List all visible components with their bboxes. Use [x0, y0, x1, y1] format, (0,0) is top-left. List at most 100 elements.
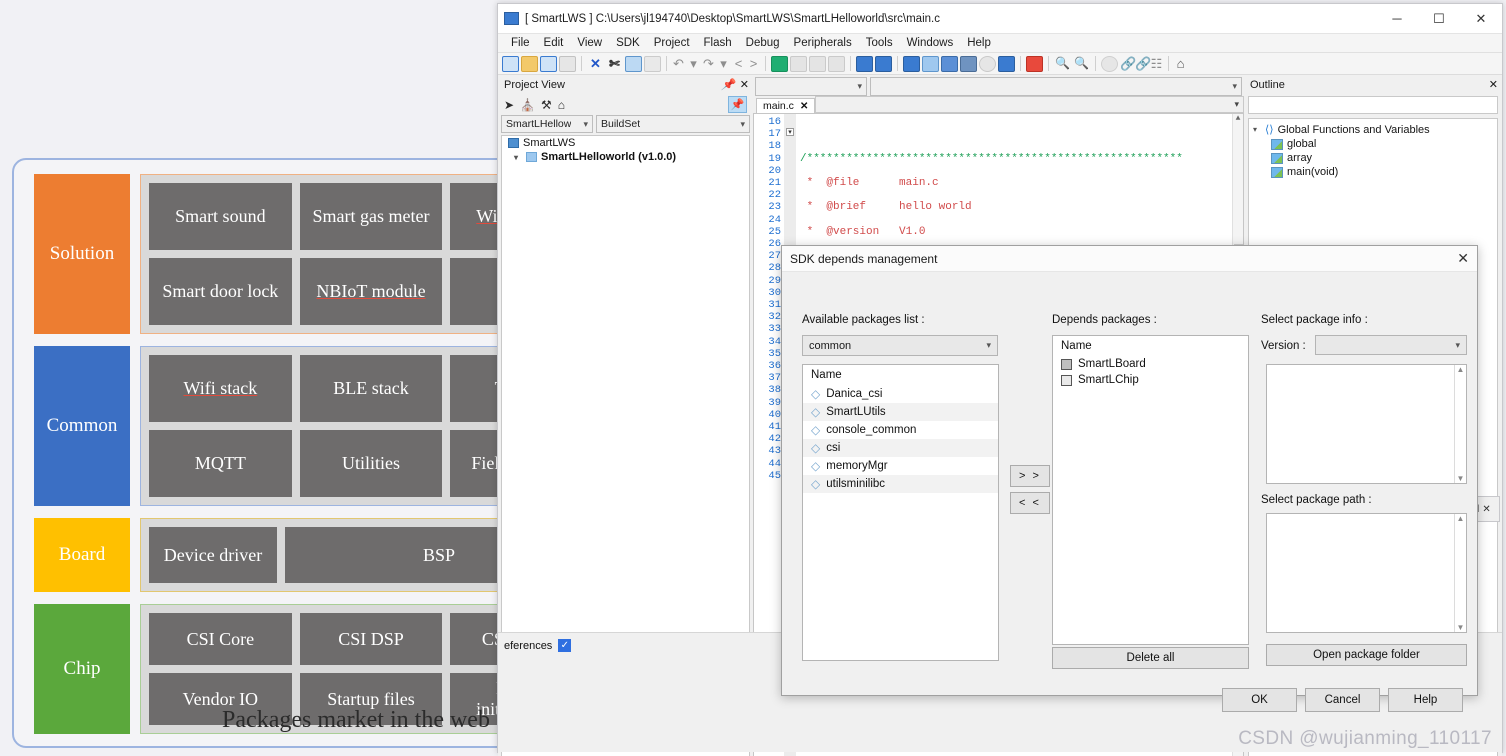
- path-scrollbar[interactable]: ▲ ▼: [1454, 514, 1466, 632]
- add-package-button[interactable]: > >: [1010, 465, 1050, 487]
- list-item[interactable]: ◇ memoryMgr: [803, 457, 998, 475]
- run-icon[interactable]: [922, 55, 939, 72]
- buildset-select[interactable]: BuildSet ▾: [596, 115, 750, 133]
- help-button[interactable]: Help: [1388, 688, 1463, 712]
- rebuild-icon[interactable]: [875, 55, 892, 72]
- menu-file[interactable]: File: [504, 36, 537, 50]
- menu-debug[interactable]: Debug: [739, 36, 787, 50]
- package-info-textarea[interactable]: ▲ ▼: [1266, 364, 1467, 484]
- pin-icon[interactable]: 📌: [721, 78, 735, 91]
- bookmark-icon[interactable]: [771, 55, 788, 72]
- next-bookmark-icon[interactable]: [790, 55, 807, 72]
- close-button[interactable]: ✕: [1460, 4, 1502, 33]
- new-file-icon[interactable]: [502, 55, 519, 72]
- list-item[interactable]: SmartLBoard: [1053, 356, 1248, 372]
- open-package-folder-button[interactable]: Open package folder: [1266, 644, 1467, 666]
- menu-flash[interactable]: Flash: [697, 36, 739, 50]
- copy-icon[interactable]: [625, 55, 642, 72]
- menu-edit[interactable]: Edit: [537, 36, 571, 50]
- project-select[interactable]: SmartLHellow ▾: [501, 115, 593, 133]
- dialog-close-button[interactable]: ✕: [1457, 250, 1469, 267]
- redo-dropdown-icon[interactable]: ▾: [717, 56, 730, 72]
- chevron-down-icon[interactable]: ▾: [514, 153, 522, 162]
- forward-icon[interactable]: >: [747, 56, 760, 71]
- tab-close-icon[interactable]: ✕: [800, 101, 808, 112]
- fold-toggle-icon[interactable]: ▾: [786, 128, 794, 137]
- menu-peripherals[interactable]: Peripherals: [787, 36, 859, 50]
- outline-root-row[interactable]: ▾ ⟨⟩ Global Functions and Variables: [1251, 122, 1495, 137]
- minimize-button[interactable]: ─: [1376, 4, 1418, 33]
- tab-main-c[interactable]: main.c ✕: [756, 98, 816, 113]
- menu-windows[interactable]: Windows: [900, 36, 961, 50]
- pin-toggle-icon[interactable]: 📌: [728, 96, 747, 113]
- cancel-button[interactable]: Cancel: [1305, 688, 1380, 712]
- undo-dropdown-icon[interactable]: ▾: [687, 56, 700, 72]
- step-icon[interactable]: [998, 55, 1015, 72]
- package-category-select[interactable]: common ▾: [802, 335, 998, 356]
- prev-bookmark-icon[interactable]: [809, 55, 826, 72]
- tree-item-smartlhelloworld[interactable]: ▾ SmartLHelloworld (v1.0.0): [502, 150, 749, 164]
- available-packages-list[interactable]: Name ◇ Danica_csi ◇ SmartLUtils ◇ consol…: [802, 364, 999, 661]
- clean-icon[interactable]: [903, 55, 920, 72]
- back-icon[interactable]: <: [732, 56, 745, 71]
- package-path-textarea[interactable]: ▲ ▼: [1266, 513, 1467, 633]
- outline-filter-input[interactable]: [1248, 96, 1498, 114]
- download-icon[interactable]: [960, 55, 977, 72]
- navigate-icon[interactable]: ➤: [504, 98, 514, 112]
- home-folder-icon[interactable]: ⛪: [520, 98, 535, 112]
- list-item[interactable]: SmartLChip: [1053, 372, 1248, 388]
- info-scrollbar[interactable]: ▲ ▼: [1454, 365, 1466, 483]
- list-item[interactable]: ◇ SmartLUtils: [803, 403, 998, 421]
- open-folder-icon[interactable]: [521, 55, 538, 72]
- editor-scope-select[interactable]: ▾: [755, 77, 867, 96]
- close-icon[interactable]: ✕: [1489, 78, 1498, 91]
- cut-icon[interactable]: ✄: [606, 56, 623, 72]
- flash-icon[interactable]: [1026, 55, 1043, 72]
- search-icon[interactable]: 🔍: [1054, 56, 1071, 72]
- paste-icon[interactable]: [644, 55, 661, 72]
- search-next-icon[interactable]: 🔍: [1073, 56, 1090, 72]
- house-icon[interactable]: ⌂: [558, 98, 565, 112]
- menu-tools[interactable]: Tools: [859, 36, 900, 50]
- maximize-button[interactable]: ☐: [1418, 4, 1460, 33]
- close-icon[interactable]: ✕: [740, 78, 749, 91]
- tree-item-smartlws[interactable]: SmartLWS: [502, 136, 749, 150]
- build-icon[interactable]: ⚒: [541, 98, 552, 112]
- scroll-down-icon[interactable]: ▼: [1457, 474, 1465, 483]
- outline-item-main[interactable]: main(void): [1251, 165, 1495, 179]
- chevron-down-icon[interactable]: ▾: [1253, 125, 1261, 134]
- preferences-checkbox[interactable]: ✓: [558, 639, 572, 652]
- scroll-up-icon[interactable]: ▲: [1233, 114, 1243, 123]
- menu-help[interactable]: Help: [960, 36, 998, 50]
- depends-packages-list[interactable]: Name SmartLBoard SmartLChip: [1052, 335, 1249, 645]
- remove-package-button[interactable]: < <: [1010, 492, 1050, 514]
- delete-all-button[interactable]: Delete all: [1052, 647, 1249, 669]
- menu-sdk[interactable]: SDK: [609, 36, 647, 50]
- version-select[interactable]: ▾: [1315, 335, 1467, 355]
- save-all-icon[interactable]: [559, 55, 576, 72]
- list-item[interactable]: ◇ csi: [803, 439, 998, 457]
- stop-icon[interactable]: [979, 55, 996, 72]
- ok-button[interactable]: OK: [1222, 688, 1297, 712]
- editor-tab-overflow[interactable]: ▾: [815, 96, 1244, 113]
- scroll-up-icon[interactable]: ▲: [1457, 514, 1465, 523]
- home-icon[interactable]: ⌂: [1174, 56, 1187, 71]
- outline-item-global[interactable]: global: [1251, 137, 1495, 151]
- scroll-down-icon[interactable]: ▼: [1457, 623, 1465, 632]
- close-file-icon[interactable]: ✕: [587, 56, 604, 72]
- close-icon[interactable]: ✕: [1482, 504, 1490, 515]
- scroll-up-icon[interactable]: ▲: [1457, 365, 1465, 374]
- outline-item-array[interactable]: array: [1251, 151, 1495, 165]
- save-icon[interactable]: [540, 55, 557, 72]
- build-icon[interactable]: [856, 55, 873, 72]
- editor-symbol-select[interactable]: ▾: [870, 77, 1242, 96]
- clear-bookmarks-icon[interactable]: [828, 55, 845, 72]
- debug-icon[interactable]: [941, 55, 958, 72]
- menu-project[interactable]: Project: [647, 36, 697, 50]
- undo-icon[interactable]: ↶: [672, 56, 685, 72]
- menu-view[interactable]: View: [570, 36, 609, 50]
- list-item[interactable]: ◇ utilsminilibc: [803, 475, 998, 493]
- list-item[interactable]: ◇ Danica_csi: [803, 385, 998, 403]
- redo-icon[interactable]: ↷: [702, 56, 715, 72]
- list-item[interactable]: ◇ console_common: [803, 421, 998, 439]
